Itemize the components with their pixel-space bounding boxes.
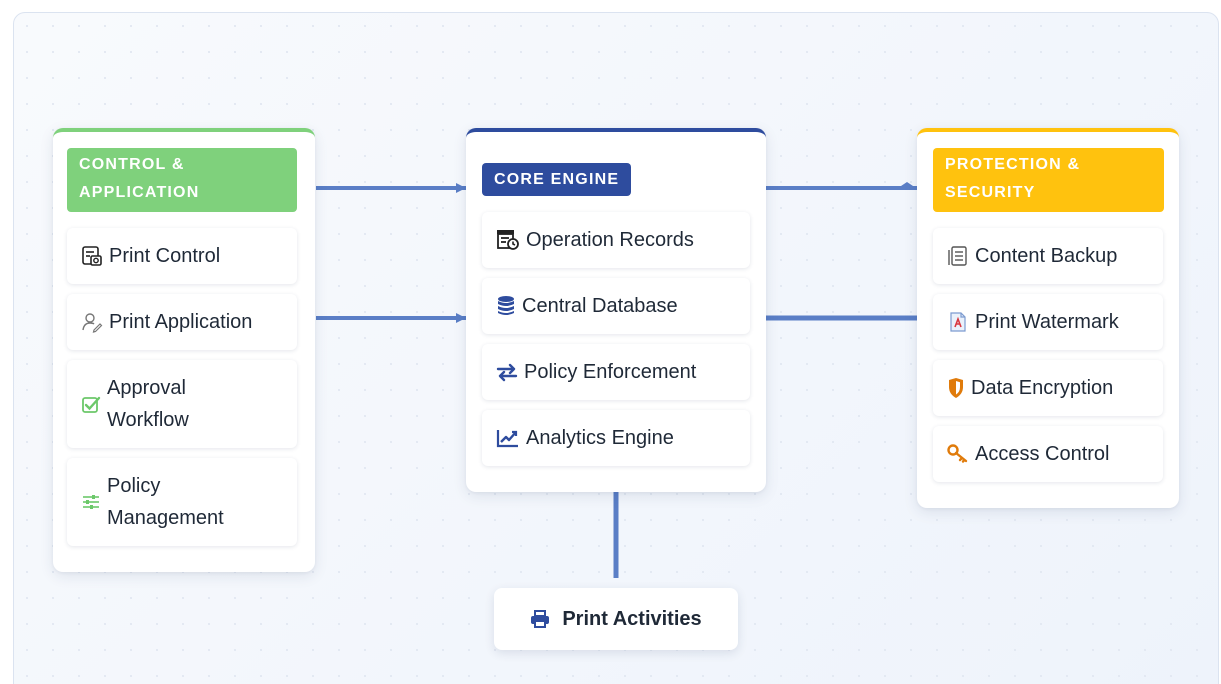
print-application-item[interactable]: Print Application (67, 294, 297, 350)
exchange-icon (496, 362, 518, 382)
policy-enforcement-item[interactable]: Policy Enforcement (482, 344, 750, 400)
approval-workflow-item[interactable]: Approval Workflow (67, 360, 297, 448)
approval-workflow-label: Approval Workflow (107, 377, 189, 431)
records-icon (496, 229, 520, 251)
check-square-icon (81, 394, 101, 414)
watermark-file-icon (947, 311, 969, 333)
key-icon (947, 444, 969, 464)
sliders-icon (81, 492, 101, 512)
print-control-item[interactable]: Print Control (67, 228, 297, 284)
analytics-engine-item[interactable]: Analytics Engine (482, 410, 750, 466)
print-control-icon (81, 245, 103, 267)
policy-management-label: Policy Management (107, 475, 224, 529)
policy-management-item[interactable]: Policy Management (67, 458, 297, 546)
print-application-label: Print Application (109, 311, 253, 333)
print-watermark-item[interactable]: Print Watermark (933, 294, 1163, 350)
operation-records-item[interactable]: Operation Records (482, 212, 750, 268)
printer-icon (530, 610, 550, 628)
user-pen-icon (81, 311, 103, 333)
protection-security-panel: PROTECTION & SECURITY Content Backup Pri… (917, 128, 1179, 508)
operation-records-label: Operation Records (526, 229, 694, 251)
policy-enforcement-label: Policy Enforcement (524, 361, 697, 383)
content-backup-label: Content Backup (975, 245, 1118, 267)
chart-line-icon (496, 428, 520, 448)
shield-icon (947, 377, 965, 399)
document-list-icon (947, 245, 969, 267)
data-encryption-item[interactable]: Data Encryption (933, 360, 1163, 416)
access-control-item[interactable]: Access Control (933, 426, 1163, 482)
control-application-panel: CONTROL & APPLICATION Print Control Prin… (53, 128, 315, 572)
control-application-header: CONTROL & APPLICATION (67, 148, 297, 212)
access-control-label: Access Control (975, 443, 1110, 465)
central-database-item[interactable]: Central Database (482, 278, 750, 334)
print-control-label: Print Control (109, 245, 221, 267)
core-engine-header: CORE ENGINE (482, 163, 632, 196)
data-encryption-label: Data Encryption (971, 377, 1114, 399)
print-watermark-label: Print Watermark (975, 311, 1119, 333)
core-engine-panel: CORE ENGINE Operation Records Central Da… (466, 128, 766, 492)
database-icon (496, 295, 516, 317)
protection-security-header: PROTECTION & SECURITY (933, 148, 1164, 212)
print-activities-label: Print Activities (562, 607, 702, 630)
analytics-engine-label: Analytics Engine (526, 427, 674, 449)
print-activities-box[interactable]: Print Activities (494, 588, 738, 650)
content-backup-item[interactable]: Content Backup (933, 228, 1163, 284)
central-database-label: Central Database (522, 295, 678, 317)
